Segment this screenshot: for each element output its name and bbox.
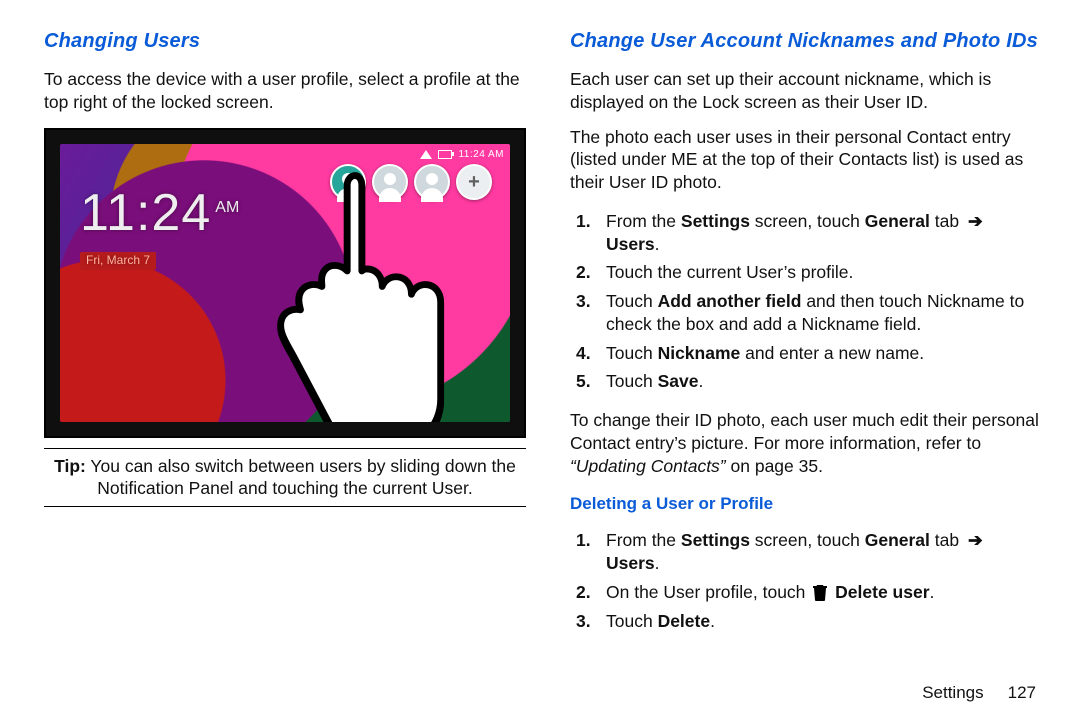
user-avatars: +: [330, 164, 492, 200]
avatar-user-2: [372, 164, 408, 200]
status-bar: 11:24 AM: [60, 148, 504, 161]
clock-ampm: AM: [215, 199, 239, 216]
nickname-intro-2: The photo each user uses in their person…: [570, 126, 1040, 194]
wifi-icon: [420, 150, 432, 159]
id-photo-note: To change their ID photo, each user much…: [570, 409, 1040, 477]
tip-text: You can also switch between users by sli…: [86, 456, 516, 499]
page-footer: Settings 127: [922, 682, 1036, 704]
step-4: Touch Nickname and enter a new name.: [606, 342, 1040, 365]
manual-page: Changing Users To access the device with…: [0, 0, 1080, 720]
heading-changing-users: Changing Users: [44, 28, 526, 54]
changing-users-intro: To access the device with a user profile…: [44, 68, 526, 114]
left-column: Changing Users To access the device with…: [44, 28, 526, 696]
del-step-2: On the User profile, touch Delete user.: [606, 581, 1040, 604]
tip-block: Tip: You can also switch between users b…: [48, 455, 522, 501]
updating-contacts-xref: “Updating Contacts”: [570, 456, 726, 476]
step-2: Touch the current User’s profile.: [606, 261, 1040, 284]
del-step-3: Touch Delete.: [606, 610, 1040, 633]
right-column: Change User Account Nicknames and Photo …: [570, 28, 1040, 696]
footer-page-number: 127: [1008, 683, 1036, 702]
del-step-1: From the Settings screen, touch General …: [606, 529, 1040, 575]
lockscreen-figure: 11:24 AM 11:24AM Fri, March 7 +: [44, 128, 526, 438]
nickname-steps: From the Settings screen, touch General …: [570, 204, 1040, 399]
delete-steps: From the Settings screen, touch General …: [570, 523, 1040, 638]
trash-icon: [812, 583, 828, 601]
heading-delete-user: Deleting a User or Profile: [570, 493, 1040, 515]
arrow-icon: ➔: [968, 211, 983, 231]
battery-icon: [438, 150, 452, 159]
clock-date: Fri, March 7: [80, 252, 156, 270]
status-time: 11:24 AM: [458, 148, 504, 161]
lockscreen: 11:24 AM 11:24AM Fri, March 7 +: [60, 144, 510, 422]
step-1: From the Settings screen, touch General …: [606, 210, 1040, 256]
rule-above-tip: [44, 448, 526, 449]
nickname-intro-1: Each user can set up their account nickn…: [570, 68, 1040, 114]
avatar-add-user: +: [456, 164, 492, 200]
step-5: Touch Save.: [606, 370, 1040, 393]
footer-section: Settings: [922, 683, 983, 702]
rule-below-tip: [44, 506, 526, 507]
clock-time: 11:24: [80, 184, 211, 242]
arrow-icon: ➔: [968, 530, 983, 550]
avatar-current-user: [330, 164, 366, 200]
step-3: Touch Add another field and then touch N…: [606, 290, 1040, 336]
clock-block: 11:24AM Fri, March 7: [80, 180, 239, 270]
avatar-user-3: [414, 164, 450, 200]
heading-change-nicknames: Change User Account Nicknames and Photo …: [570, 28, 1040, 54]
tip-label: Tip:: [54, 456, 86, 476]
